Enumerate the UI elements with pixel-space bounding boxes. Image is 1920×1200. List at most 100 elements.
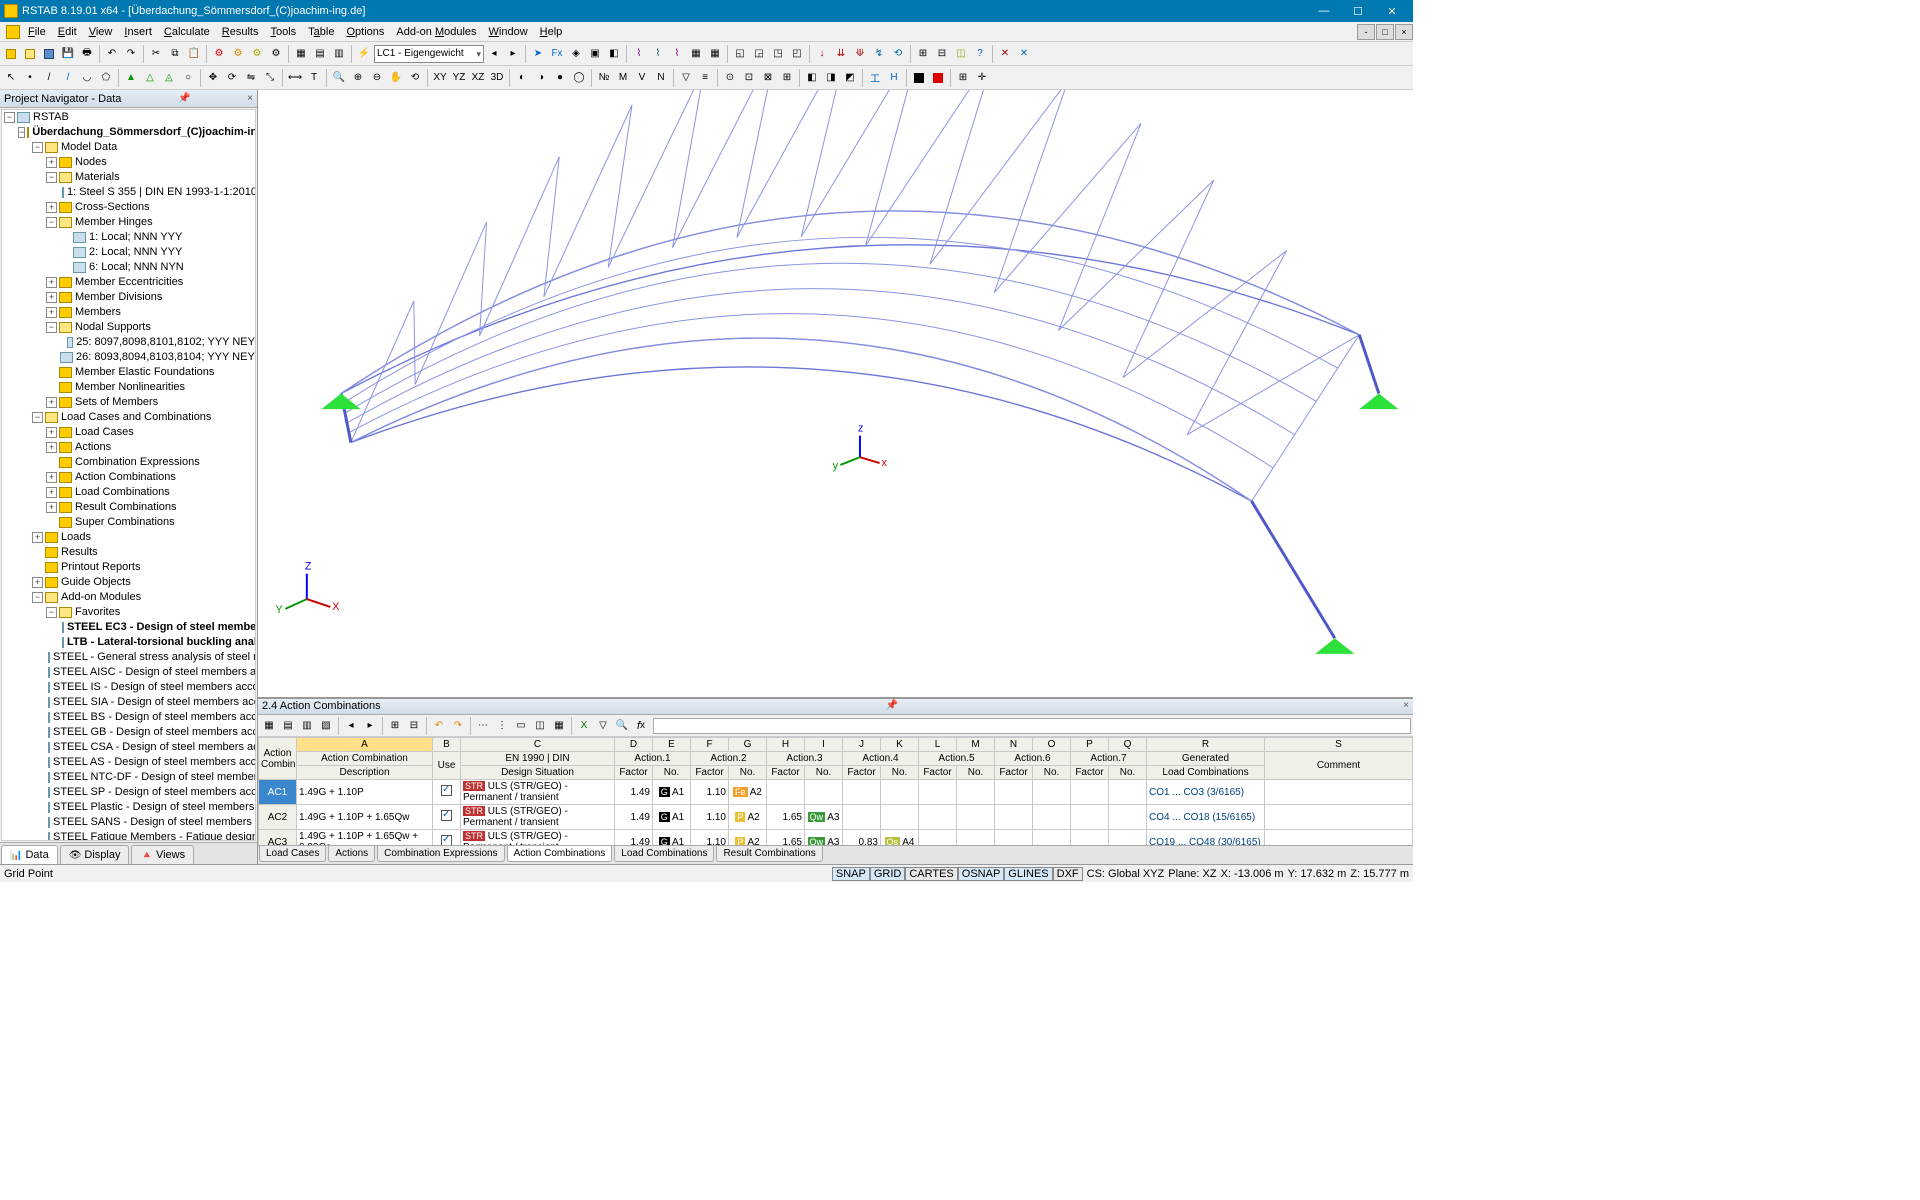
addon-module-item[interactable]: STEEL Fatigue Members - Fatigue design bbox=[46, 830, 255, 841]
sup3-icon[interactable]: ◬ bbox=[160, 69, 178, 87]
orbit-icon[interactable]: ⟲ bbox=[406, 69, 424, 87]
misc3-icon[interactable]: ◳ bbox=[769, 45, 787, 63]
cursor-icon[interactable]: ↖ bbox=[2, 69, 20, 87]
undo-icon[interactable]: ↶ bbox=[103, 45, 121, 63]
addon-module-item[interactable]: STEEL BS - Design of steel members accor… bbox=[46, 710, 255, 725]
table-grid[interactable]: Action Combin.ABCDEFGHIJKLMNOPQRS Action… bbox=[258, 737, 1413, 845]
tt-fx-icon[interactable]: fx bbox=[632, 717, 650, 735]
table-close-icon[interactable]: × bbox=[1403, 700, 1409, 713]
sup1-icon[interactable]: ▲ bbox=[122, 69, 140, 87]
status-toggle[interactable]: GRID bbox=[870, 867, 906, 881]
load5-icon[interactable]: ⟲ bbox=[889, 45, 907, 63]
tt5-icon[interactable]: ⊞ bbox=[386, 717, 404, 735]
result1-icon[interactable]: ▦ bbox=[687, 45, 705, 63]
tt8-icon[interactable]: ⋮ bbox=[493, 717, 511, 735]
tt-next-icon[interactable]: ▸ bbox=[361, 717, 379, 735]
fx-icon[interactable]: Fx bbox=[548, 45, 566, 63]
table-tab[interactable]: Result Combinations bbox=[716, 846, 822, 862]
member-icon[interactable]: / bbox=[59, 69, 77, 87]
disp2-icon[interactable]: Μ bbox=[614, 69, 632, 87]
cube-icon[interactable]: ◫ bbox=[952, 45, 970, 63]
addon-module-item[interactable]: STEEL AS - Design of steel members accor… bbox=[46, 755, 255, 770]
disp1-icon[interactable]: № bbox=[595, 69, 613, 87]
mirror-icon[interactable]: ⇋ bbox=[242, 69, 260, 87]
addon-module-item[interactable]: STEEL GB - Design of steel members accor… bbox=[46, 725, 255, 740]
nav-tab-data[interactable]: 📊 Data bbox=[1, 845, 58, 864]
close-button[interactable]: ✕ bbox=[1375, 0, 1409, 22]
snap4-icon[interactable]: ⊞ bbox=[778, 69, 796, 87]
cut-icon[interactable]: ✂ bbox=[147, 45, 165, 63]
lc-next-icon[interactable]: ▸ bbox=[504, 45, 522, 63]
render2-icon[interactable]: ◑ bbox=[532, 69, 550, 87]
calc4-icon[interactable]: ⚙ bbox=[267, 45, 285, 63]
model-viewport[interactable]: z y x Z Y X bbox=[258, 90, 1413, 697]
calc-icon[interactable]: ⚙ bbox=[210, 45, 228, 63]
misc2-icon[interactable]: ◲ bbox=[750, 45, 768, 63]
maximize-button[interactable]: ☐ bbox=[1341, 0, 1375, 22]
load3-icon[interactable]: ⟱ bbox=[851, 45, 869, 63]
table-tab[interactable]: Load Cases bbox=[259, 846, 326, 862]
misc1-icon[interactable]: ◱ bbox=[731, 45, 749, 63]
pan-icon[interactable]: ✋ bbox=[387, 69, 405, 87]
menu-insert[interactable]: Insert bbox=[118, 24, 158, 40]
menu-results[interactable]: Results bbox=[216, 24, 265, 40]
status-toggle[interactable]: OSNAP bbox=[958, 867, 1005, 881]
dim-icon[interactable]: ⟷ bbox=[286, 69, 304, 87]
render3-icon[interactable]: ● bbox=[551, 69, 569, 87]
view2-icon[interactable]: ⊟ bbox=[933, 45, 951, 63]
snap3-icon[interactable]: ⊠ bbox=[759, 69, 777, 87]
menu-file[interactable]: File bbox=[22, 24, 52, 40]
status-toggle[interactable]: DXF bbox=[1053, 867, 1083, 881]
tt7-icon[interactable]: ⋯ bbox=[474, 717, 492, 735]
sec2-icon[interactable]: H bbox=[885, 69, 903, 87]
grid2-icon[interactable]: ▤ bbox=[311, 45, 329, 63]
saveas-icon[interactable]: 💾 bbox=[59, 45, 77, 63]
poly-icon[interactable]: ⬠ bbox=[97, 69, 115, 87]
snap1-icon[interactable]: ⊙ bbox=[721, 69, 739, 87]
addon-module-item[interactable]: STEEL AISC - Design of steel members acc… bbox=[46, 665, 255, 680]
mdi-max[interactable]: □ bbox=[1376, 24, 1394, 40]
nav-tab-views[interactable]: 🔺 Views bbox=[131, 845, 194, 864]
view3d-icon[interactable]: ◈ bbox=[567, 45, 585, 63]
render1-icon[interactable]: ◐ bbox=[513, 69, 531, 87]
move-icon[interactable]: ✥ bbox=[204, 69, 222, 87]
table-row[interactable]: AC1 1.49G + 1.10P STR ULS (STR/GEO) - Pe… bbox=[259, 780, 1413, 805]
addon-module-item[interactable]: STEEL SP - Design of steel members accor… bbox=[46, 785, 255, 800]
tt-redo-icon[interactable]: ↷ bbox=[449, 717, 467, 735]
axis-icon[interactable]: ✛ bbox=[973, 69, 991, 87]
navigator-pin-icon[interactable]: 📌 bbox=[178, 93, 190, 104]
sup2-icon[interactable]: △ bbox=[141, 69, 159, 87]
addon-module-item[interactable]: STEEL SANS - Design of steel members acc… bbox=[46, 815, 255, 830]
x2-icon[interactable]: ✕ bbox=[1015, 45, 1033, 63]
tt4-icon[interactable]: ▧ bbox=[317, 717, 335, 735]
grid-icon[interactable]: ⊞ bbox=[954, 69, 972, 87]
vxy-icon[interactable]: XY bbox=[431, 69, 449, 87]
diagram1-icon[interactable]: ⌇ bbox=[630, 45, 648, 63]
result2-icon[interactable]: ▦ bbox=[706, 45, 724, 63]
v3d-icon[interactable]: 3D bbox=[488, 69, 506, 87]
status-toggle[interactable]: SNAP bbox=[832, 867, 870, 881]
lc-icon[interactable]: ⚡ bbox=[355, 45, 373, 63]
menu-calculate[interactable]: Calculate bbox=[158, 24, 216, 40]
misc4-icon[interactable]: ◰ bbox=[788, 45, 806, 63]
zoom2-icon[interactable]: ⊕ bbox=[349, 69, 367, 87]
tt-find-icon[interactable]: 🔍 bbox=[613, 717, 631, 735]
diagram3-icon[interactable]: ⌇ bbox=[668, 45, 686, 63]
status-toggle[interactable]: GLINES bbox=[1004, 867, 1052, 881]
text-icon[interactable]: T bbox=[305, 69, 323, 87]
status-toggle[interactable]: CARTES bbox=[905, 867, 957, 881]
mdi-close[interactable]: × bbox=[1395, 24, 1413, 40]
addon-module-item[interactable]: STEEL SIA - Design of steel members acco… bbox=[46, 695, 255, 710]
vyz-icon[interactable]: YZ bbox=[450, 69, 468, 87]
table-tab[interactable]: Actions bbox=[328, 846, 375, 862]
zoom3-icon[interactable]: ⊖ bbox=[368, 69, 386, 87]
filter-icon[interactable]: ▽ bbox=[677, 69, 695, 87]
persp-icon[interactable]: ▣ bbox=[586, 45, 604, 63]
rotate-icon[interactable]: ⟳ bbox=[223, 69, 241, 87]
layer-icon[interactable]: ≡ bbox=[696, 69, 714, 87]
loadcase-combo[interactable]: LC1 - Eigengewicht bbox=[374, 45, 484, 63]
vxz-icon[interactable]: XZ bbox=[469, 69, 487, 87]
arrow-icon[interactable]: ➤ bbox=[529, 45, 547, 63]
addon-module-item[interactable]: STEEL CSA - Design of steel members acco… bbox=[46, 740, 255, 755]
tt-excel-icon[interactable]: X bbox=[575, 717, 593, 735]
